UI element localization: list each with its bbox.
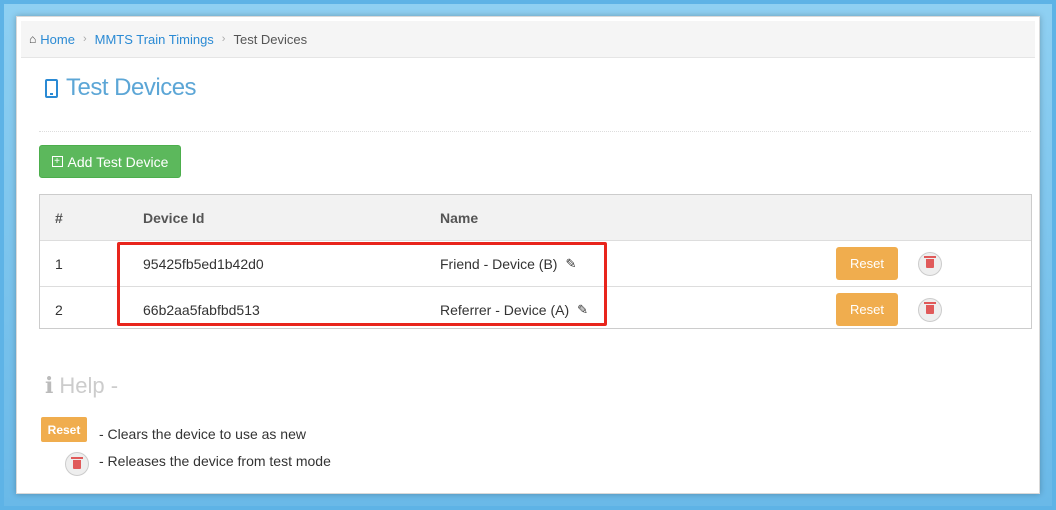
mobile-phone-icon — [45, 78, 58, 98]
row-number: 1 — [55, 255, 63, 272]
help-delete-description: - Releases the device from test mode — [99, 453, 331, 469]
home-icon: ⌂ — [29, 32, 37, 46]
reset-cell: Reset — [836, 241, 898, 286]
pencil-icon[interactable]: ✎ — [577, 302, 588, 318]
chevron-right-icon: › — [82, 33, 87, 45]
devices-table: # Device Id Name 1 95425fb5ed1b42d0 Frie… — [39, 194, 1032, 329]
main-panel: ⌂ Home › MMTS Train Timings › Test Devic… — [16, 16, 1040, 494]
help-reset-description: - Clears the device to use as new — [99, 426, 306, 442]
device-name: Friend - Device (B) — [440, 255, 558, 272]
reset-button[interactable]: Reset — [836, 293, 898, 326]
trash-icon — [924, 302, 936, 314]
add-test-device-label: Add Test Device — [67, 153, 169, 170]
breadcrumb-current: Test Devices — [233, 31, 308, 47]
add-test-device-button[interactable]: + Add Test Device — [39, 145, 181, 178]
delete-cell — [918, 287, 942, 332]
help-reset-badge: Reset — [41, 417, 87, 442]
row-number: 2 — [55, 301, 63, 318]
table-header: # Device Id Name — [40, 195, 1031, 241]
header-device-id: Device Id — [143, 209, 205, 226]
trash-icon — [71, 456, 83, 469]
page-title-text: Test Devices — [66, 74, 197, 101]
help-title-text: Help - — [59, 373, 119, 398]
delete-cell — [918, 241, 942, 286]
device-name: Referrer - Device (A) — [440, 301, 570, 318]
device-name-cell: Friend - Device (B) ✎ — [440, 241, 576, 286]
divider — [39, 131, 1031, 132]
header-number: # — [55, 209, 63, 226]
reset-button[interactable]: Reset — [836, 247, 898, 280]
table-row: 1 95425fb5ed1b42d0 Friend - Device (B) ✎… — [40, 241, 1031, 287]
reset-cell: Reset — [836, 287, 898, 332]
breadcrumb: ⌂ Home › MMTS Train Timings › Test Devic… — [21, 21, 1035, 58]
pencil-icon[interactable]: ✎ — [565, 256, 576, 272]
delete-button[interactable] — [918, 297, 942, 322]
device-id: 95425fb5ed1b42d0 — [143, 255, 264, 272]
breadcrumb-section[interactable]: MMTS Train Timings — [95, 32, 214, 47]
table-row: 2 66b2aa5fabfbd513 Referrer - Device (A)… — [40, 287, 1031, 332]
help-heading: i Help - — [45, 373, 118, 399]
breadcrumb-home[interactable]: Home — [40, 32, 75, 47]
help-delete-badge — [65, 452, 89, 476]
info-icon: i — [45, 373, 54, 399]
device-name-cell: Referrer - Device (A) ✎ — [440, 287, 588, 332]
delete-button[interactable] — [918, 251, 942, 276]
header-name: Name — [440, 209, 479, 226]
page-title: Test Devices — [45, 73, 197, 103]
chevron-right-icon: › — [221, 33, 226, 45]
trash-icon — [924, 256, 936, 268]
plus-square-icon: + — [51, 156, 63, 167]
device-id: 66b2aa5fabfbd513 — [143, 301, 260, 318]
